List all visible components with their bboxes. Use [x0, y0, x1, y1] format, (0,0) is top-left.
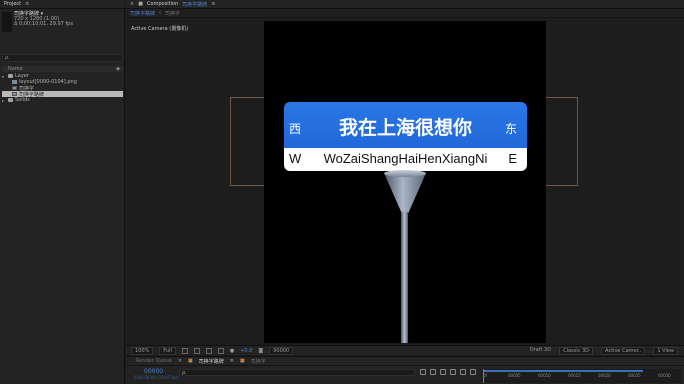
breadcrumb-separator-icon: ‹	[159, 10, 162, 16]
exposure-value[interactable]: +0.0	[240, 348, 252, 354]
tree-item-solids-folder[interactable]: ▸ Solids	[2, 97, 123, 103]
grid-guides-icon[interactable]	[217, 347, 224, 354]
comp-flowchart-icon[interactable]	[420, 369, 426, 375]
panel-menu-icon[interactable]: ≡	[230, 358, 234, 364]
zoom-dropdown[interactable]: 100%	[131, 346, 154, 355]
search-icon: ρ.	[182, 370, 187, 376]
search-icon: ρ.	[5, 55, 10, 61]
composition-icon	[12, 86, 17, 90]
tag-icon[interactable]: ◆	[116, 66, 120, 72]
expand-icon[interactable]: ▾	[2, 74, 6, 79]
toolbar-right-group: Draft 3D Classic 3D Active Camer.. 1 Vie…	[530, 346, 684, 355]
panel-menu-icon[interactable]: ≡	[211, 1, 215, 7]
motion-blur-icon[interactable]	[460, 369, 466, 375]
view-layout-dropdown[interactable]: 1 View	[653, 346, 678, 355]
project-panel: Project ≡ 司换字路牌 ▾ 720 x 1280 (1.00) Δ 0;…	[0, 0, 125, 384]
color-channel-icon[interactable]: ●	[230, 348, 234, 354]
selected-item-duration: Δ 0;00;10;01, 29.97 fps	[14, 21, 73, 28]
project-tab-bar: Project ≡	[0, 0, 125, 9]
project-search-input[interactable]: ρ.	[2, 54, 123, 62]
folder-icon	[8, 74, 13, 78]
composition-breadcrumb: 司换字路牌 ‹ 司换字	[126, 9, 684, 18]
current-time-display[interactable]: 00000	[269, 346, 294, 355]
graph-editor-icon[interactable]	[470, 369, 476, 375]
sign-main-text: 我在上海很想你	[338, 117, 472, 139]
tab-timeline-secondary[interactable]: 司换字	[251, 358, 266, 365]
timeline-time-sub: 0;00;00;00 (29.97 fps)	[134, 375, 180, 380]
project-column-header[interactable]: Name ◆	[2, 66, 123, 72]
ruler-tick-label: 00005	[508, 373, 521, 378]
resolution-dropdown[interactable]: Full	[159, 346, 176, 355]
sign-east-en: E	[508, 151, 517, 166]
project-tree: ▾ Layer layout[0000-0104].png 司换字 司换字路牌 …	[2, 73, 123, 103]
panel-menu-icon[interactable]: ≡	[25, 1, 29, 7]
close-icon[interactable]: ×	[130, 1, 134, 7]
breadcrumb-item[interactable]: 司换字路牌	[130, 10, 155, 17]
comp-tab-icon: ■	[188, 358, 193, 364]
composition-tab-bar: × ■ Composition 司换字路牌 ≡	[126, 0, 684, 9]
collapse-icon[interactable]: ▸	[2, 98, 6, 103]
ruler-tick-label: 00020	[598, 373, 611, 378]
image-sequence-icon	[12, 80, 17, 84]
timeline-switches	[420, 369, 476, 375]
work-area-bar[interactable]	[483, 370, 643, 372]
thumbnail-preview	[2, 12, 12, 32]
breadcrumb-item[interactable]: 司换字	[165, 10, 180, 17]
3d-view-mode-dropdown[interactable]: Classic 3D	[559, 346, 594, 355]
composition-toolbar: 100% Full ● +0.0 ◙ 00000 Draft 3D Classi…	[126, 345, 684, 355]
composition-icon	[12, 92, 17, 96]
timeline-panel: Render Queue × ■ 司换字路牌 ≡ ■ 司换字 00000 0;0…	[126, 356, 684, 384]
composition-tab-name[interactable]: 司换字路牌	[182, 1, 207, 8]
ruler-tick-label: 0f	[483, 373, 487, 378]
shy-layers-icon[interactable]	[440, 369, 446, 375]
sign-pole	[401, 212, 408, 343]
pole-funnel	[384, 173, 426, 213]
composition-panel: × ■ Composition 司换字路牌 ≡ 司换字路牌 ‹ 司换字 Acti…	[126, 0, 684, 356]
timeline-current-time[interactable]: 00000	[144, 368, 163, 375]
tab-render-queue[interactable]: Render Queue	[136, 358, 172, 364]
mask-visibility-icon[interactable]	[205, 347, 212, 354]
frame-blending-icon[interactable]	[450, 369, 456, 375]
sign-east-cn: 东	[504, 122, 517, 136]
snapshot-icon[interactable]: ◙	[258, 348, 263, 354]
region-of-interest-icon[interactable]	[181, 347, 188, 354]
road-sign[interactable]: 西 我在上海很想你 东 W WoZaiShangHaiHenXiangNi E	[284, 102, 527, 171]
active-camera-label: Active Camera (摄像机)	[131, 26, 189, 32]
ruler-tick-label: 00010	[538, 373, 551, 378]
ruler-tick-label: 00015	[568, 373, 581, 378]
camera-dropdown[interactable]: Active Camer..	[601, 346, 646, 355]
project-tab[interactable]: Project	[4, 1, 21, 7]
tab-timeline-main[interactable]: 司换字路牌	[199, 358, 224, 365]
pole-cap	[384, 170, 426, 177]
sign-bottom-panel: W WoZaiShangHaiHenXiangNi E	[284, 148, 527, 171]
sign-pinyin-text: WoZaiShangHaiHenXiangNi	[323, 151, 488, 166]
column-name[interactable]: Name	[8, 66, 23, 72]
ruler-tick-label: 00030	[658, 373, 671, 378]
folder-icon	[8, 98, 13, 102]
close-icon[interactable]: ×	[178, 358, 182, 364]
comp-tab-icon: ■	[239, 358, 245, 364]
ruler-tick-label: 00025	[628, 373, 641, 378]
draft-3d-icon[interactable]	[430, 369, 436, 375]
composition-tab-prefix[interactable]: Composition	[147, 1, 178, 7]
tree-item-label: Solids	[15, 97, 30, 103]
composition-viewport[interactable]: 西 我在上海很想你 东 W WoZaiShangHaiHenXiangNi E	[264, 21, 546, 343]
selected-item-info: 司换字路牌 ▾ 720 x 1280 (1.00) Δ 0;00;10;01, …	[14, 11, 73, 28]
timeline-tab-bar: Render Queue × ■ 司换字路牌 ≡ ■ 司换字	[126, 357, 684, 366]
renderer-button[interactable]: Draft 3D	[530, 347, 551, 355]
time-ruler[interactable]: 0f 00005 00010 00015 00020 00025 00030	[481, 369, 681, 383]
lock-icon[interactable]: ■	[138, 1, 143, 7]
sign-top-panel: 西 我在上海很想你 东	[284, 102, 527, 148]
timeline-search-input[interactable]: ρ.	[179, 369, 415, 376]
transparency-grid-icon[interactable]	[193, 347, 200, 354]
